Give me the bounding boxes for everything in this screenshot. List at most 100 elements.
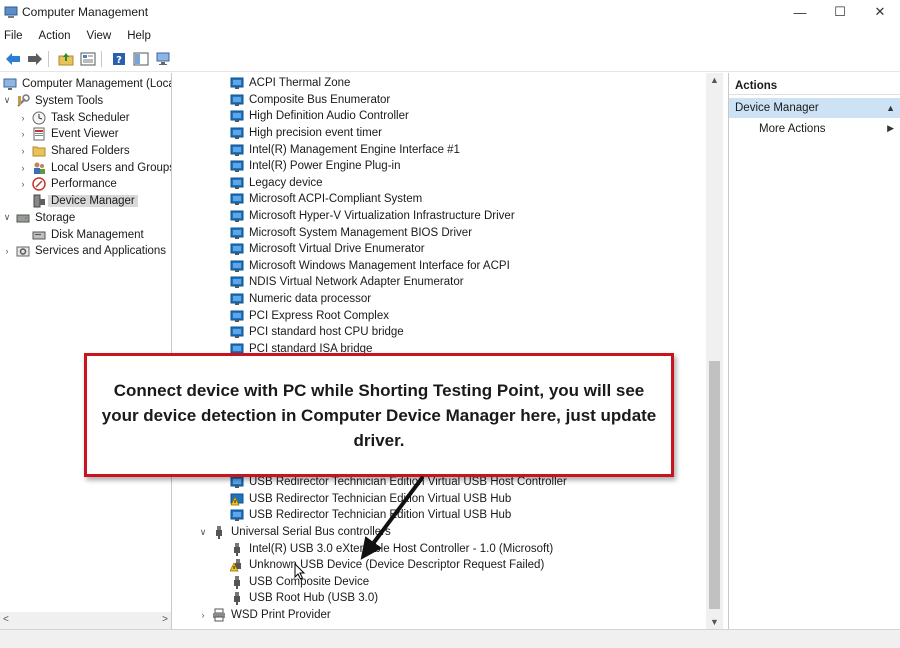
properties-button[interactable] (79, 50, 97, 68)
tree-item-disk-management[interactable]: Disk Management (18, 226, 144, 243)
tree-item-device-manager[interactable]: Device Manager (18, 193, 138, 210)
system-device-icon (230, 259, 244, 273)
device-label: Intel(R) Power Engine Plug-in (249, 160, 401, 173)
tree-item-label: Disk Management (51, 228, 144, 241)
expanded-chevron-icon[interactable]: ∨ (2, 212, 12, 223)
tree-item-event-viewer[interactable]: › Event Viewer (18, 126, 119, 143)
left-horizontal-scrollbar[interactable]: < > (0, 612, 171, 629)
device-label: Universal Serial Bus controllers (231, 526, 391, 539)
device-label: ACPI Thermal Zone (249, 77, 351, 90)
menu-help[interactable]: Help (123, 30, 159, 42)
tree-item-storage[interactable]: ∨ Storage (2, 210, 76, 227)
warning-usb-icon (230, 558, 244, 572)
properties-icon (80, 52, 96, 65)
tree-item-computer-management-local[interactable]: Computer Management (Local (0, 76, 171, 93)
device-list-item[interactable]: High Definition Audio Controller (230, 108, 409, 125)
scroll-left-icon[interactable]: < (3, 614, 9, 625)
device-category[interactable]: › WSD Print Provider (198, 607, 331, 624)
collapse-up-icon[interactable]: ▲ (886, 103, 895, 113)
device-list-vertical-scrollbar[interactable]: ▲ ▼ (706, 73, 723, 629)
device-list-item[interactable]: USB Redirector Technician Edition Virtua… (230, 491, 511, 508)
event-viewer-icon (32, 127, 46, 141)
toolbar-separator (48, 50, 49, 67)
device-list-item[interactable]: Unknown USB Device (Device Descriptor Re… (230, 557, 544, 574)
device-list-item[interactable]: Microsoft Hyper-V Virtualization Infrast… (230, 208, 515, 225)
back-icon (6, 52, 20, 65)
system-device-icon (230, 143, 244, 157)
collapsed-chevron-icon[interactable]: › (18, 163, 28, 173)
close-button[interactable]: ✕ (860, 0, 900, 24)
device-label: NDIS Virtual Network Adapter Enumerator (249, 276, 464, 289)
clock-icon (32, 111, 46, 125)
device-list-item[interactable]: Microsoft Windows Management Interface f… (230, 258, 510, 275)
expanded-chevron-icon[interactable]: ∨ (2, 95, 12, 106)
computer-management-icon (3, 77, 17, 91)
device-label: Legacy device (249, 176, 323, 189)
expanded-chevron-icon[interactable]: ∨ (198, 527, 208, 537)
device-list-item[interactable]: PCI Express Root Complex (230, 307, 389, 324)
scrollbar-thumb[interactable] (709, 361, 720, 609)
scroll-right-icon[interactable]: > (162, 614, 168, 625)
forward-button[interactable] (26, 50, 44, 68)
up-folder-button[interactable] (57, 50, 75, 68)
tree-item-services-and-applications[interactable]: › Services and Applications (2, 243, 167, 260)
console-tree-icon (133, 52, 149, 65)
device-manager-icon (32, 194, 46, 208)
device-list-item[interactable]: Intel(R) Power Engine Plug-in (230, 158, 401, 175)
console-tree-pane: Computer Management (Local ∨ System Tools ›… (0, 73, 172, 629)
more-actions-link[interactable]: More Actions (759, 123, 825, 135)
device-list-item[interactable]: NDIS Virtual Network Adapter Enumerator (230, 274, 464, 291)
device-list-item[interactable]: Microsoft System Management BIOS Driver (230, 224, 472, 241)
tree-item-label: Device Manager (48, 195, 138, 208)
menu-view[interactable]: View (83, 30, 120, 42)
device-list-item[interactable]: Intel(R) USB 3.0 eXtensible Host Control… (230, 540, 553, 557)
tree-item-shared-folders[interactable]: › Shared Folders (18, 143, 130, 160)
back-button[interactable] (4, 50, 22, 68)
collapsed-chevron-icon[interactable]: › (18, 129, 28, 139)
device-label: USB Redirector Technician Edition Virtua… (249, 509, 512, 522)
menu-action[interactable]: Action (35, 30, 79, 42)
forward-icon (28, 52, 42, 65)
maximize-button[interactable]: ☐ (820, 0, 860, 24)
device-list-item[interactable]: USB Root Hub (USB 3.0) (230, 590, 378, 607)
computer-button[interactable] (154, 50, 172, 68)
tree-item-performance[interactable]: › Performance (18, 176, 117, 193)
device-list-item[interactable]: Legacy device (230, 175, 323, 192)
scroll-down-icon[interactable]: ▼ (710, 617, 719, 627)
mouse-cursor-icon (294, 563, 306, 580)
toolbar-separator (101, 50, 102, 67)
users-icon (32, 161, 46, 175)
collapsed-chevron-icon[interactable]: › (18, 113, 28, 123)
collapsed-chevron-icon[interactable]: › (2, 246, 12, 256)
collapsed-chevron-icon[interactable]: › (18, 146, 28, 156)
system-device-icon (230, 292, 244, 306)
tree-item-local-users-and-groups[interactable]: › Local Users and Groups (18, 160, 171, 177)
console-tree-button[interactable] (132, 50, 150, 68)
scroll-up-icon[interactable]: ▲ (710, 75, 719, 85)
system-device-icon (230, 242, 244, 256)
device-list-item[interactable]: Composite Bus Enumerator (230, 92, 390, 109)
device-category[interactable]: ∨ Universal Serial Bus controllers (198, 524, 391, 541)
device-list-item[interactable]: PCI standard host CPU bridge (230, 324, 404, 341)
device-list-item[interactable]: Intel(R) Management Engine Interface #1 (230, 141, 460, 158)
device-list-item[interactable]: Microsoft ACPI-Compliant System (230, 191, 422, 208)
collapsed-chevron-icon[interactable]: › (18, 179, 28, 189)
minimize-button[interactable]: — (780, 0, 820, 24)
submenu-arrow-icon[interactable]: ▶ (887, 123, 894, 134)
tree-item-system-tools[interactable]: ∨ System Tools (2, 93, 103, 110)
collapsed-chevron-icon[interactable]: › (198, 610, 208, 620)
tree-item-label: Performance (51, 178, 117, 191)
device-list-item[interactable]: Numeric data processor (230, 291, 371, 308)
device-list-item[interactable]: USB Redirector Technician Edition Virtua… (230, 507, 511, 524)
tree-item-task-scheduler[interactable]: › Task Scheduler (18, 109, 130, 126)
device-label: PCI standard host CPU bridge (249, 326, 404, 339)
help-button[interactable]: ? (110, 50, 128, 68)
tree-item-label: Event Viewer (51, 128, 119, 141)
device-list-item[interactable]: Microsoft Virtual Drive Enumerator (230, 241, 425, 258)
device-list-item[interactable]: High precision event timer (230, 125, 382, 142)
system-device-icon (230, 159, 244, 173)
menu-file[interactable]: File (0, 30, 31, 42)
system-tools-icon (16, 94, 30, 108)
device-list-item[interactable]: ACPI Thermal Zone (230, 75, 350, 92)
actions-section-device-manager[interactable]: Device Manager ▲ (729, 98, 900, 118)
